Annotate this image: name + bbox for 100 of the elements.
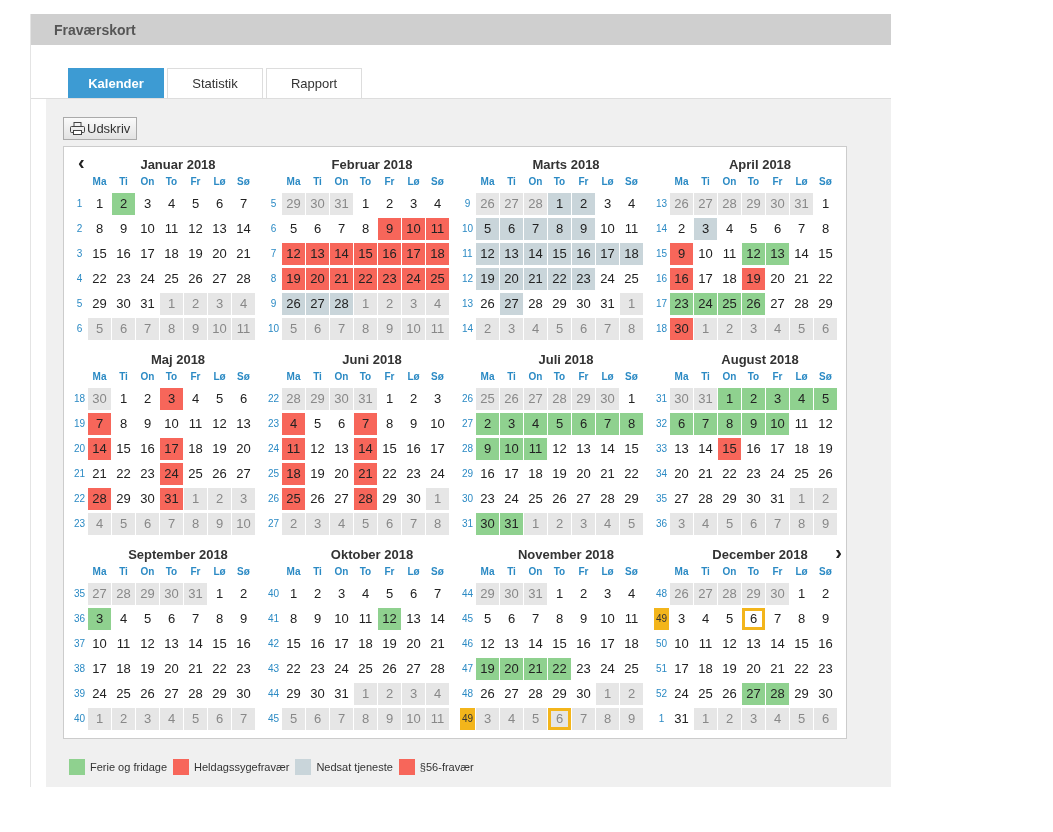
calendar-day[interactable]: 10	[426, 413, 449, 435]
calendar-day[interactable]: 6	[572, 413, 595, 435]
calendar-day[interactable]: 6	[208, 193, 231, 215]
calendar-day[interactable]: 19	[306, 463, 329, 485]
calendar-day[interactable]: 16	[572, 243, 595, 265]
calendar-day[interactable]: 5	[718, 608, 741, 630]
calendar-day[interactable]: 11	[718, 243, 741, 265]
calendar-day[interactable]: 10	[88, 633, 111, 655]
calendar-day[interactable]: 29	[814, 293, 837, 315]
calendar-day[interactable]: 3	[160, 388, 183, 410]
calendar-day[interactable]: 2	[572, 583, 595, 605]
calendar-day[interactable]: 9	[572, 608, 595, 630]
tab[interactable]: Rapport	[266, 68, 362, 98]
calendar-day[interactable]: 31	[596, 293, 619, 315]
calendar-day[interactable]: 2	[670, 218, 693, 240]
calendar-day[interactable]: 5	[814, 388, 837, 410]
calendar-day[interactable]: 11	[426, 218, 449, 240]
calendar-day[interactable]: 2	[232, 583, 255, 605]
calendar-day[interactable]: 3	[330, 583, 353, 605]
calendar-day[interactable]: 29	[378, 488, 401, 510]
calendar-day[interactable]: 30	[572, 293, 595, 315]
calendar-day[interactable]: 17	[426, 438, 449, 460]
calendar-day[interactable]: 16	[232, 633, 255, 655]
calendar-day[interactable]: 19	[718, 658, 741, 680]
calendar-day[interactable]: 26	[814, 463, 837, 485]
calendar-day[interactable]: 22	[718, 463, 741, 485]
calendar-day[interactable]: 3	[670, 608, 693, 630]
calendar-day[interactable]: 23	[572, 658, 595, 680]
calendar-day[interactable]: 12	[548, 438, 571, 460]
calendar-day[interactable]: 22	[354, 268, 377, 290]
calendar-day[interactable]: 7	[354, 413, 377, 435]
calendar-day[interactable]: 14	[524, 243, 547, 265]
calendar-day[interactable]: 27	[670, 488, 693, 510]
calendar-day[interactable]: 4	[790, 388, 813, 410]
calendar-day[interactable]: 19	[378, 633, 401, 655]
calendar-day[interactable]: 10	[596, 608, 619, 630]
calendar-day[interactable]: 9	[742, 413, 765, 435]
calendar-day[interactable]: 11	[620, 218, 643, 240]
calendar-day[interactable]: 17	[596, 243, 619, 265]
calendar-day[interactable]: 29	[620, 488, 643, 510]
calendar-day[interactable]: 2	[136, 388, 159, 410]
calendar-day[interactable]: 12	[742, 243, 765, 265]
calendar-day[interactable]: 23	[136, 463, 159, 485]
calendar-day[interactable]: 20	[306, 268, 329, 290]
calendar-day[interactable]: 27	[208, 268, 231, 290]
calendar-day[interactable]: 2	[476, 413, 499, 435]
calendar-day[interactable]: 12	[814, 413, 837, 435]
calendar-day[interactable]: 4	[718, 218, 741, 240]
calendar-day[interactable]: 18	[790, 438, 813, 460]
calendar-day[interactable]: 3	[596, 193, 619, 215]
calendar-day[interactable]: 17	[500, 463, 523, 485]
calendar-day[interactable]: 23	[572, 268, 595, 290]
calendar-day[interactable]: 29	[282, 683, 305, 705]
calendar-day[interactable]: 28	[524, 293, 547, 315]
calendar-day[interactable]: 12	[282, 243, 305, 265]
calendar-day[interactable]: 6	[232, 388, 255, 410]
calendar-day[interactable]: 16	[136, 438, 159, 460]
calendar-day[interactable]: 18	[160, 243, 183, 265]
calendar-day[interactable]: 26	[718, 683, 741, 705]
calendar-day[interactable]: 23	[306, 658, 329, 680]
calendar-day[interactable]: 10	[160, 413, 183, 435]
calendar-day[interactable]: 26	[476, 293, 499, 315]
calendar-day[interactable]: 14	[694, 438, 717, 460]
calendar-day[interactable]: 19	[282, 268, 305, 290]
calendar-day[interactable]: 3	[136, 193, 159, 215]
calendar-day[interactable]: 4	[426, 193, 449, 215]
calendar-day[interactable]: 24	[330, 658, 353, 680]
calendar-day[interactable]: 11	[694, 633, 717, 655]
calendar-day[interactable]: 30	[476, 513, 499, 535]
calendar-day[interactable]: 21	[524, 658, 547, 680]
calendar-day[interactable]: 22	[620, 463, 643, 485]
calendar-day[interactable]: 18	[112, 658, 135, 680]
calendar-day[interactable]: 21	[184, 658, 207, 680]
calendar-day[interactable]: 30	[670, 318, 693, 340]
calendar-day[interactable]: 25	[184, 463, 207, 485]
calendar-day[interactable]: 2	[378, 193, 401, 215]
calendar-day[interactable]: 14	[426, 608, 449, 630]
calendar-day[interactable]: 26	[548, 488, 571, 510]
calendar-day[interactable]: 28	[766, 683, 789, 705]
calendar-day[interactable]: 4	[160, 193, 183, 215]
calendar-day[interactable]: 15	[88, 243, 111, 265]
calendar-day[interactable]: 18	[426, 243, 449, 265]
calendar-day[interactable]: 14	[790, 243, 813, 265]
calendar-day[interactable]: 22	[282, 658, 305, 680]
calendar-day[interactable]: 21	[766, 658, 789, 680]
calendar-day[interactable]: 4	[694, 608, 717, 630]
calendar-day[interactable]: 13	[208, 218, 231, 240]
calendar-day[interactable]: 5	[136, 608, 159, 630]
calendar-day[interactable]: 27	[232, 463, 255, 485]
calendar-day[interactable]: 10	[766, 413, 789, 435]
calendar-day[interactable]: 1	[548, 583, 571, 605]
calendar-day[interactable]: 16	[306, 633, 329, 655]
calendar-day[interactable]: 6	[766, 218, 789, 240]
calendar-day[interactable]: 13	[306, 243, 329, 265]
calendar-day[interactable]: 5	[378, 583, 401, 605]
calendar-day[interactable]: 16	[814, 633, 837, 655]
calendar-day[interactable]: 17	[596, 633, 619, 655]
calendar-day[interactable]: 14	[232, 218, 255, 240]
calendar-day[interactable]: 24	[670, 683, 693, 705]
calendar-day[interactable]: 17	[670, 658, 693, 680]
